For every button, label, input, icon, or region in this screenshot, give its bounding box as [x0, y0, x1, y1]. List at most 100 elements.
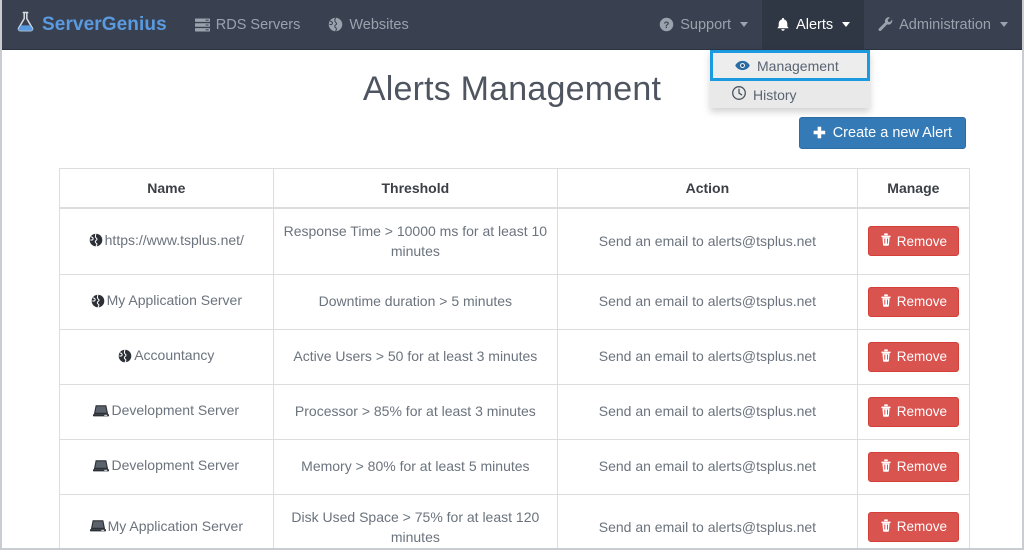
alerts-table: Name Threshold Action Manage https://www…	[59, 168, 970, 550]
nav-item-websites[interactable]: Websites	[314, 0, 422, 49]
cell-threshold: Memory > 80% for at least 5 minutes	[273, 439, 558, 494]
cell-name: https://www.tsplus.net/	[60, 208, 274, 274]
dropdown-item-history[interactable]: History	[710, 81, 870, 108]
cell-threshold: Disk Used Space > 75% for at least 120 m…	[273, 494, 558, 550]
alerts-table-body: https://www.tsplus.net/Response Time > 1…	[60, 208, 970, 550]
alert-name-label: My Application Server	[107, 290, 242, 310]
chevron-down-icon	[842, 22, 850, 27]
alert-name-label: https://www.tsplus.net/	[105, 230, 244, 250]
alert-name-label: My Application Server	[108, 516, 243, 536]
trash-icon	[880, 233, 892, 249]
create-alert-toolbar: ✚ Create a new Alert	[799, 117, 966, 149]
nav-item-alerts[interactable]: Alerts	[762, 0, 864, 49]
cell-name: My Application Server	[60, 494, 274, 550]
top-navbar: ServerGenius RDS Servers	[2, 0, 1022, 50]
globe-icon	[91, 294, 105, 308]
alert-name-label: Development Server	[111, 455, 239, 475]
table-row: Development Server Processor > 85% for at…	[60, 384, 970, 439]
plus-icon: ✚	[813, 126, 826, 141]
cell-manage: Remove	[857, 329, 969, 384]
cell-action: Send an email to alerts@tsplus.net	[558, 384, 858, 439]
table-row: My Application Server Downtime duration >…	[60, 274, 970, 329]
trash-icon	[880, 404, 892, 420]
column-header-action: Action	[558, 169, 858, 209]
cell-threshold: Active Users > 50 for at least 3 minutes	[273, 329, 558, 384]
cell-name: Development Server	[60, 439, 274, 494]
cell-action: Send an email to alerts@tsplus.net	[558, 208, 858, 274]
trash-icon	[880, 519, 892, 535]
navbar-right-group: ? Support Alerts	[645, 0, 1022, 49]
chevron-down-icon	[740, 22, 748, 27]
nav-item-rds-servers[interactable]: RDS Servers	[181, 0, 315, 49]
cell-threshold: Downtime duration > 5 minutes	[273, 274, 558, 329]
remove-label: Remove	[897, 234, 947, 249]
create-alert-label: Create a new Alert	[833, 125, 952, 141]
remove-label: Remove	[897, 294, 947, 309]
globe-icon	[328, 17, 343, 32]
eye-icon	[735, 58, 750, 74]
cell-manage: Remove	[857, 439, 969, 494]
alerts-table-container: Name Threshold Action Manage https://www…	[59, 168, 970, 550]
svg-text:?: ?	[664, 20, 670, 30]
alert-name-label: Accountancy	[134, 345, 214, 365]
brand-label: ServerGenius	[42, 14, 167, 36]
clock-icon	[732, 86, 746, 103]
column-header-threshold: Threshold	[273, 169, 558, 209]
nav-item-label: Administration	[899, 17, 991, 33]
remove-alert-button[interactable]: Remove	[868, 342, 959, 372]
dropdown-item-management[interactable]: Management	[710, 50, 870, 81]
cell-manage: Remove	[857, 274, 969, 329]
table-header-row: Name Threshold Action Manage	[60, 169, 970, 209]
cell-action: Send an email to alerts@tsplus.net	[558, 439, 858, 494]
column-header-manage: Manage	[857, 169, 969, 209]
wrench-icon	[878, 17, 893, 32]
cell-manage: Remove	[857, 384, 969, 439]
alerts-dropdown-menu: Management History	[710, 50, 870, 108]
remove-alert-button[interactable]: Remove	[868, 452, 959, 482]
remove-alert-button[interactable]: Remove	[868, 397, 959, 427]
server-icon	[90, 519, 106, 533]
dropdown-item-label: History	[753, 87, 797, 103]
nav-item-label: RDS Servers	[216, 17, 301, 33]
trash-icon	[880, 294, 892, 310]
flask-icon	[16, 11, 35, 38]
remove-label: Remove	[897, 519, 947, 534]
alerts-table-head: Name Threshold Action Manage	[60, 169, 970, 209]
chevron-down-icon	[1000, 22, 1008, 27]
cell-action: Send an email to alerts@tsplus.net	[558, 494, 858, 550]
question-circle-icon: ?	[659, 17, 674, 32]
cell-threshold: Processor > 85% for at least 3 minutes	[273, 384, 558, 439]
table-row: Accountancy Active Users > 50 for at leas…	[60, 329, 970, 384]
column-header-name: Name	[60, 169, 274, 209]
remove-label: Remove	[897, 349, 947, 364]
dropdown-item-label: Management	[757, 58, 839, 74]
table-row: My Application Server Disk Used Space > 7…	[60, 494, 970, 550]
remove-alert-button[interactable]: Remove	[868, 226, 959, 256]
server-stack-icon	[195, 18, 210, 32]
remove-label: Remove	[897, 404, 947, 419]
app-window: ServerGenius RDS Servers	[0, 0, 1024, 550]
nav-item-label: Alerts	[796, 17, 833, 33]
globe-icon	[118, 349, 132, 363]
server-icon	[93, 459, 109, 473]
nav-item-support[interactable]: ? Support	[645, 0, 762, 49]
cell-name: My Application Server	[60, 274, 274, 329]
trash-icon	[880, 459, 892, 475]
create-alert-button[interactable]: ✚ Create a new Alert	[799, 117, 966, 149]
nav-item-administration[interactable]: Administration	[864, 0, 1022, 49]
remove-alert-button[interactable]: Remove	[868, 512, 959, 542]
cell-manage: Remove	[857, 208, 969, 274]
table-row: https://www.tsplus.net/Response Time > 1…	[60, 208, 970, 274]
cell-manage: Remove	[857, 494, 969, 550]
nav-item-label: Support	[680, 17, 731, 33]
cell-name: Accountancy	[60, 329, 274, 384]
server-icon	[93, 404, 109, 418]
brand-logo[interactable]: ServerGenius	[2, 0, 181, 49]
remove-alert-button[interactable]: Remove	[868, 287, 959, 317]
table-row: Development Server Memory > 80% for at le…	[60, 439, 970, 494]
navbar-left-group: ServerGenius RDS Servers	[2, 0, 423, 49]
trash-icon	[880, 349, 892, 365]
alert-name-label: Development Server	[111, 400, 239, 420]
bell-icon	[776, 17, 790, 32]
cell-action: Send an email to alerts@tsplus.net	[558, 329, 858, 384]
